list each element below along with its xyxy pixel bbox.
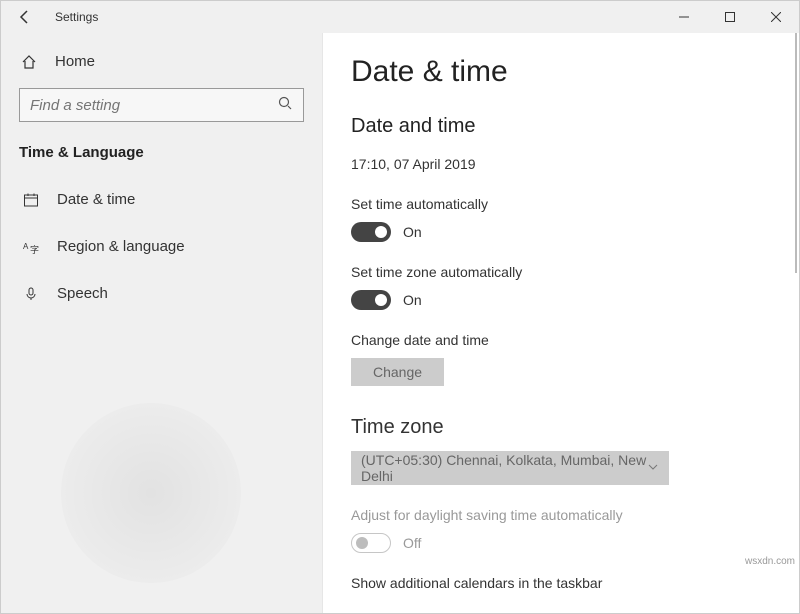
auto-tz-label: Set time zone automatically <box>351 264 771 280</box>
acrylic-blur <box>61 403 241 583</box>
minimize-button[interactable] <box>661 1 707 33</box>
dst-state: Off <box>403 535 421 551</box>
additional-calendars-label: Show additional calendars in the taskbar <box>351 575 771 591</box>
window-controls <box>661 1 799 33</box>
search-box[interactable] <box>19 88 304 122</box>
svg-text:A: A <box>23 242 29 251</box>
sidebar: Home Time & Language Date & time A字 Regi… <box>1 33 323 613</box>
back-button[interactable] <box>13 5 37 29</box>
auto-tz-toggle-row: On <box>351 290 771 310</box>
dst-toggle-row: Off <box>351 533 771 553</box>
auto-tz-toggle[interactable] <box>351 290 391 310</box>
home-link[interactable]: Home <box>19 53 304 70</box>
section-heading: Date and time <box>351 115 771 138</box>
main-panel: Date & time Date and time 17:10, 07 Apri… <box>323 33 799 613</box>
sidebar-item-label: Region & language <box>57 238 185 255</box>
window-title: Settings <box>55 10 98 24</box>
speech-icon <box>21 286 41 302</box>
close-button[interactable] <box>753 1 799 33</box>
timezone-title: Time zone <box>351 416 771 439</box>
timezone-value: (UTC+05:30) Chennai, Kolkata, Mumbai, Ne… <box>361 452 647 484</box>
search-input[interactable] <box>30 97 277 114</box>
category-title: Time & Language <box>19 144 304 161</box>
sidebar-item-label: Speech <box>57 285 108 302</box>
timezone-dropdown: (UTC+05:30) Chennai, Kolkata, Mumbai, Ne… <box>351 451 669 485</box>
home-icon <box>19 54 39 70</box>
watermark: wsxdn.com <box>745 556 795 567</box>
home-label: Home <box>55 53 95 70</box>
page-heading: Date & time <box>351 55 771 89</box>
search-icon <box>277 95 293 116</box>
titlebar: Settings <box>1 1 799 33</box>
svg-text:字: 字 <box>30 244 39 255</box>
sidebar-item-date-time[interactable]: Date & time <box>19 181 304 218</box>
chevron-down-icon <box>647 460 659 476</box>
scrollbar[interactable] <box>795 33 797 273</box>
current-datetime: 17:10, 07 April 2019 <box>351 156 771 172</box>
sidebar-item-label: Date & time <box>57 191 135 208</box>
auto-time-label: Set time automatically <box>351 196 771 212</box>
auto-tz-state: On <box>403 292 422 308</box>
change-date-time-label: Change date and time <box>351 332 771 348</box>
dst-label: Adjust for daylight saving time automati… <box>351 507 771 523</box>
date-time-icon <box>21 192 41 208</box>
auto-time-state: On <box>403 224 422 240</box>
auto-time-toggle-row: On <box>351 222 771 242</box>
sidebar-item-speech[interactable]: Speech <box>19 275 304 312</box>
back-arrow-icon <box>17 9 33 25</box>
sidebar-item-region-language[interactable]: A字 Region & language <box>19 228 304 265</box>
content-area: Home Time & Language Date & time A字 Regi… <box>1 33 799 613</box>
auto-time-toggle[interactable] <box>351 222 391 242</box>
change-button: Change <box>351 358 444 386</box>
maximize-button[interactable] <box>707 1 753 33</box>
region-language-icon: A字 <box>21 239 41 255</box>
dst-toggle <box>351 533 391 553</box>
